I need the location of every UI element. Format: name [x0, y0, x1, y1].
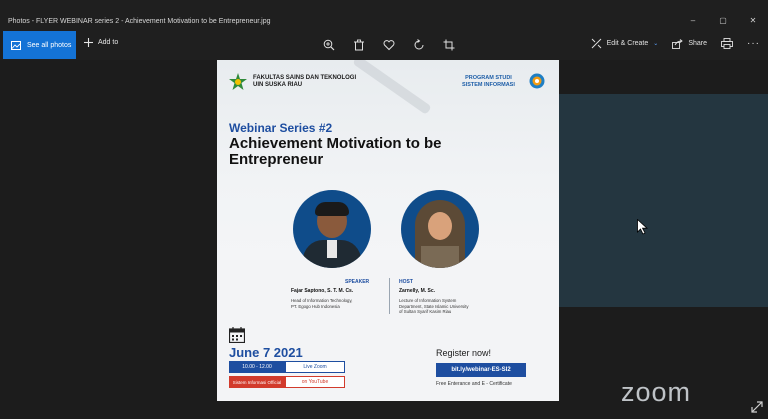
host-name: Zarnelly, M. Sc.: [399, 288, 436, 294]
youtube-badge: Sistem Informasi Official on YouTube: [229, 376, 345, 388]
shared-screen-edge: [559, 94, 768, 307]
uin-logo-icon: [229, 73, 247, 90]
share-icon: [672, 38, 684, 49]
time-badge: 10.00 - 12.00 Live Zoom: [229, 361, 345, 373]
window-title: Photos - FLYER WEBINAR series 2 - Achiev…: [8, 17, 271, 25]
maximize-button[interactable]: ▢: [708, 12, 738, 30]
host-role: HOST: [399, 279, 413, 285]
webinar-title-line-2: Entrepreneur: [229, 151, 324, 168]
host-description: Lecture of Information System Department…: [399, 298, 469, 315]
see-all-photos-label: See all photos: [27, 41, 72, 49]
add-to-button[interactable]: Add to: [84, 38, 118, 47]
live-zoom-label: Live Zoom: [285, 361, 345, 373]
see-all-photos-button[interactable]: See all photos: [3, 31, 76, 59]
more-icon[interactable]: ···: [747, 38, 760, 49]
mouse-cursor-icon: [637, 219, 648, 235]
crop-icon[interactable]: [442, 38, 455, 51]
speaker-desc-line-1: Head of Information Technology,: [291, 298, 353, 303]
on-youtube-label: on YouTube: [285, 376, 345, 388]
host-photo: [401, 190, 479, 268]
institution-name: FAKULTAS SAINS DAN TEKNOLOGI UIN SUSKA R…: [253, 75, 356, 89]
image-tools: [322, 38, 455, 51]
webinar-series: Webinar Series #2: [229, 121, 333, 135]
chevron-down-icon: ⌄: [653, 41, 659, 47]
registration-link: bit.ly/webinar-ES-SI2: [436, 363, 526, 377]
speaker-host-divider: [389, 278, 390, 314]
webinar-date: June 7 2021: [229, 345, 303, 360]
edit-icon: [591, 38, 601, 49]
program-name: PROGRAM STUDI SISTEM INFORMASI: [462, 75, 515, 89]
speaker-name: Fajar Saptono, S. T. M. Cs.: [291, 288, 354, 294]
photo-icon: [11, 40, 21, 50]
print-icon[interactable]: [721, 38, 733, 49]
right-tools: Edit & Create ⌄ Share ···: [591, 38, 760, 49]
expand-icon[interactable]: [751, 401, 763, 413]
zoom-screen-share: Photos - FLYER WEBINAR series 2 - Achiev…: [0, 0, 768, 419]
calendar-icon: [229, 327, 245, 343]
zoom-watermark: zoom: [621, 377, 692, 407]
program-line-1: PROGRAM STUDI: [465, 75, 512, 81]
share-button[interactable]: Share: [672, 38, 707, 49]
window-titlebar: Photos - FLYER WEBINAR series 2 - Achiev…: [0, 12, 768, 30]
program-line-2: SISTEM INFORMASI: [462, 82, 515, 88]
flyer-image[interactable]: FAKULTAS SAINS DAN TEKNOLOGI UIN SUSKA R…: [217, 60, 559, 401]
window-controls: – ▢ ✕: [678, 12, 768, 30]
add-to-label: Add to: [98, 39, 119, 46]
webinar-title: Achievement Motivation to be Entrepreneu…: [229, 136, 529, 168]
free-entrance-note: Free Enterance and E - Certificate: [436, 381, 512, 387]
register-heading: Register now!: [436, 348, 492, 358]
speaker-desc-line-2: PT. Egogo Hub Indonesia: [291, 303, 340, 309]
favorite-icon[interactable]: [382, 38, 395, 51]
webinar-title-line-1: Achievement Motivation to be: [229, 135, 442, 152]
plus-icon: [84, 38, 93, 47]
photos-toolbar: See all photos Add to Edit & Create ⌄ Sh…: [0, 30, 768, 60]
share-label: Share: [688, 40, 707, 47]
close-button[interactable]: ✕: [738, 12, 768, 30]
institution-line-1: FAKULTAS SAINS DAN TEKNOLOGI: [253, 75, 357, 81]
minimize-button[interactable]: –: [678, 12, 708, 30]
rotate-icon[interactable]: [412, 38, 425, 51]
host-desc-line-3: of Sultan Syarif Kasim Riau: [399, 309, 452, 314]
edit-create-button[interactable]: Edit & Create ⌄: [591, 38, 659, 49]
institution-line-2: UIN SUSKA RIAU: [253, 82, 303, 88]
si-logo-icon: [529, 73, 545, 89]
time-label: 10.00 - 12.00: [229, 361, 285, 373]
speaker-photo: [293, 190, 371, 268]
edit-create-label: Edit & Create: [606, 40, 649, 47]
zoom-in-icon[interactable]: [322, 38, 335, 51]
delete-icon[interactable]: [352, 38, 365, 51]
speaker-role: SPEAKER: [345, 279, 370, 285]
speaker-description: Head of Information Technology, PT. Egog…: [291, 298, 352, 309]
youtube-channel-label: Sistem Informasi Official: [229, 376, 285, 388]
